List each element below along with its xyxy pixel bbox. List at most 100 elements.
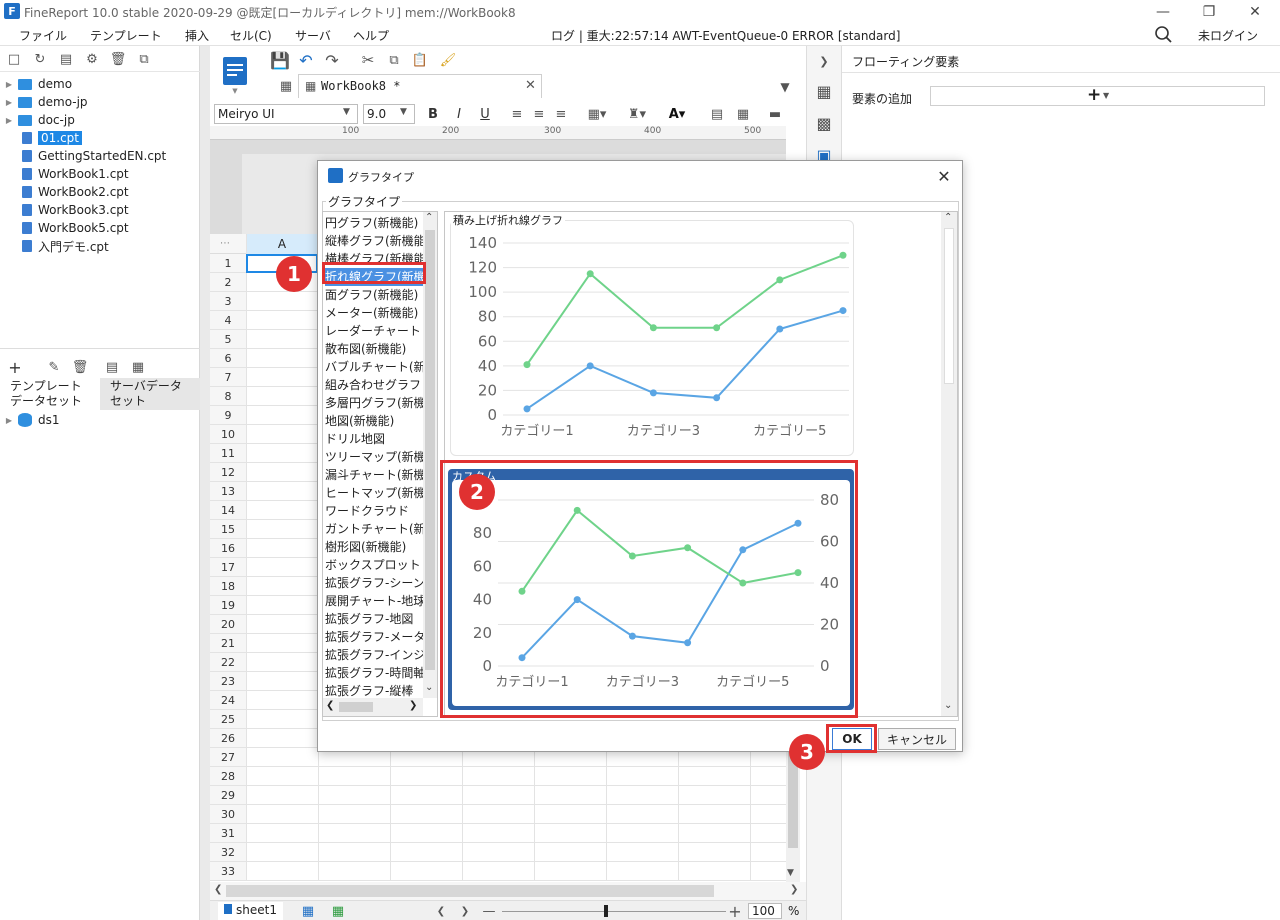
tree-file[interactable]: 入門デモ.cpt [4,237,166,255]
row-header[interactable]: 6 [210,349,246,368]
scrollbar-thumb[interactable] [944,228,954,384]
menu-template[interactable]: テンプレート [90,27,162,44]
chart-type-item[interactable]: 拡張グラフ-インジ [325,646,423,664]
chart-type-item[interactable]: ワードクラウド [325,502,423,520]
font-size-select[interactable]: 9.0 ▼ [363,104,415,124]
collapse-icon[interactable]: ❯ [815,52,833,70]
row-header[interactable]: 31 [210,824,246,843]
tree-file[interactable]: WorkBook2.cpt [4,183,166,201]
scroll-down-icon[interactable]: ▼ [787,868,794,878]
row-header[interactable]: 16 [210,539,246,558]
chart-type-list[interactable]: 円グラフ(新機能)縦棒グラフ(新機能)横棒グラフ(新機能)折れ線グラフ(新機能)… [322,211,438,717]
merge-icon[interactable]: ▤ [708,104,726,124]
list-vertical-scrollbar[interactable]: ⌃ ⌄ [423,212,437,698]
tree-file[interactable]: 01.cpt [4,129,166,147]
tree-file[interactable]: GettingStartedEN.cpt [4,147,166,165]
row-header[interactable]: 11 [210,444,246,463]
row-header[interactable]: 18 [210,577,246,596]
sheet-tab[interactable]: sheet1 [218,902,283,920]
chart-type-item[interactable]: バブルチャート(新機能) [325,358,423,376]
chart-type-item[interactable]: 面グラフ(新機能) [325,286,423,304]
next-sheet-icon[interactable]: ❯ [458,902,472,920]
underline-icon[interactable]: U [476,104,494,124]
delete-icon[interactable]: 🗑 [110,51,127,67]
chart-type-item[interactable]: 縦棒グラフ(新機能) [325,232,423,250]
preview-icon[interactable]: ▤ [104,359,120,375]
chart-type-item[interactable]: ボックスプロット [325,556,423,574]
workbook-tab[interactable]: ▦ WorkBook8 * ✕ [298,74,542,98]
add-element-button[interactable]: + ▼ [930,85,1265,106]
chart-type-item[interactable]: 地図(新機能) [325,412,423,430]
chart-type-item[interactable]: ガントチャート(新機能) [325,520,423,538]
chart-type-item[interactable]: ツリーマップ(新機能) [325,448,423,466]
zoom-out-icon[interactable]: — [482,902,496,920]
scroll-up-icon[interactable]: ⌃ [944,212,952,223]
horizontal-scrollbar[interactable]: ❮ ❯ [210,882,806,900]
scroll-down-icon[interactable]: ⌄ [944,700,952,711]
align-center-icon[interactable]: ≡ [530,104,548,124]
row-header[interactable]: 26 [210,729,246,748]
align-left-icon[interactable]: ≡ [508,104,526,124]
row-header[interactable]: 21 [210,634,246,653]
row-header[interactable]: 20 [210,615,246,634]
row-header[interactable]: 9 [210,406,246,425]
row-header[interactable]: 32 [210,843,246,862]
scroll-down-icon[interactable]: ⌄ [425,682,433,693]
dataset-icon[interactable]: ▦ [130,359,146,375]
scroll-left-icon[interactable]: ❮ [214,884,222,895]
scrollbar-thumb[interactable] [226,885,714,897]
bold-icon[interactable]: B [424,104,442,124]
chart-type-item[interactable]: ヒートマップ(新機能) [325,484,423,502]
vertical-scrollbar[interactable]: ▼ [786,752,800,882]
chart-type-item[interactable]: ドリル地図 [325,430,423,448]
chart-card-custom[interactable]: 020406080020406080カテゴリー1カテゴリー3カテゴリー5 カスタ… [448,469,854,710]
expand-icon[interactable]: ▶ [4,98,14,107]
row-header[interactable]: 5 [210,330,246,349]
row-header[interactable]: 33 [210,862,246,881]
font-color-icon[interactable]: A▾ [662,104,692,124]
tab-menu-icon[interactable]: ▼ [776,78,794,96]
restore-button[interactable]: ❐ [1186,0,1232,24]
panel-splitter[interactable] [200,46,210,920]
row-header[interactable]: 8 [210,387,246,406]
align-right-icon[interactable]: ≡ [552,104,570,124]
menu-insert[interactable]: 挿入 [185,27,209,44]
chart-type-item[interactable]: メーター(新機能) [325,304,423,322]
row-header[interactable]: 28 [210,767,246,786]
close-tab-icon[interactable]: ✕ [525,78,536,93]
chart-type-item[interactable]: 拡張グラフ-シーン [325,574,423,592]
italic-icon[interactable]: I [450,104,468,124]
border-icon[interactable]: ▦▾ [582,104,612,124]
row-header[interactable]: 12 [210,463,246,482]
fill-color-icon[interactable]: ♜▾ [622,104,652,124]
chart-type-item[interactable]: 展開チャート-地球 [325,592,423,610]
row-header[interactable]: 19 [210,596,246,615]
row-header[interactable]: 2 [210,273,246,292]
menu-file[interactable]: ファイル [19,27,67,44]
copy-icon[interactable]: ⧉ [384,50,404,70]
chart-type-item[interactable]: レーダーチャート [325,322,423,340]
row-header[interactable]: 14 [210,501,246,520]
format-painter-icon[interactable]: 🖌 [438,50,458,70]
row-header[interactable]: 17 [210,558,246,577]
menu-help[interactable]: ヘルプ [353,27,389,44]
row-header[interactable]: 4 [210,311,246,330]
row-header[interactable]: 30 [210,805,246,824]
chart-card-stacked-line[interactable]: 0 20 40 60 80 100 120 140 カテゴリー1 カテゴリー3 カテゴリー5 [450,220,854,456]
cell-attribute-icon[interactable]: ▩ [813,112,835,134]
zoom-in-icon[interactable]: + [728,902,742,920]
split-icon[interactable]: ▦ [734,104,752,124]
row-header[interactable]: 3 [210,292,246,311]
expand-icon[interactable]: ▶ [4,116,14,125]
zoom-slider-thumb[interactable] [604,905,608,917]
chart-type-item[interactable]: 多層円グラフ(新機能) [325,394,423,412]
chart-type-item[interactable]: 散布図(新機能) [325,340,423,358]
cut-icon[interactable]: ✂ [358,50,378,70]
menu-server[interactable]: サーバ [295,27,331,44]
tab-server-dataset[interactable]: サーバデータ セット [100,378,200,410]
add-sheet-icon[interactable]: ▦ [298,902,318,920]
new-folder-icon[interactable]: □ [6,51,22,67]
chart-type-item[interactable]: 樹形図(新機能) [325,538,423,556]
paste-icon[interactable]: 📋 [410,50,430,70]
preview-vertical-scrollbar[interactable]: ⌃ ⌄ [941,212,957,716]
